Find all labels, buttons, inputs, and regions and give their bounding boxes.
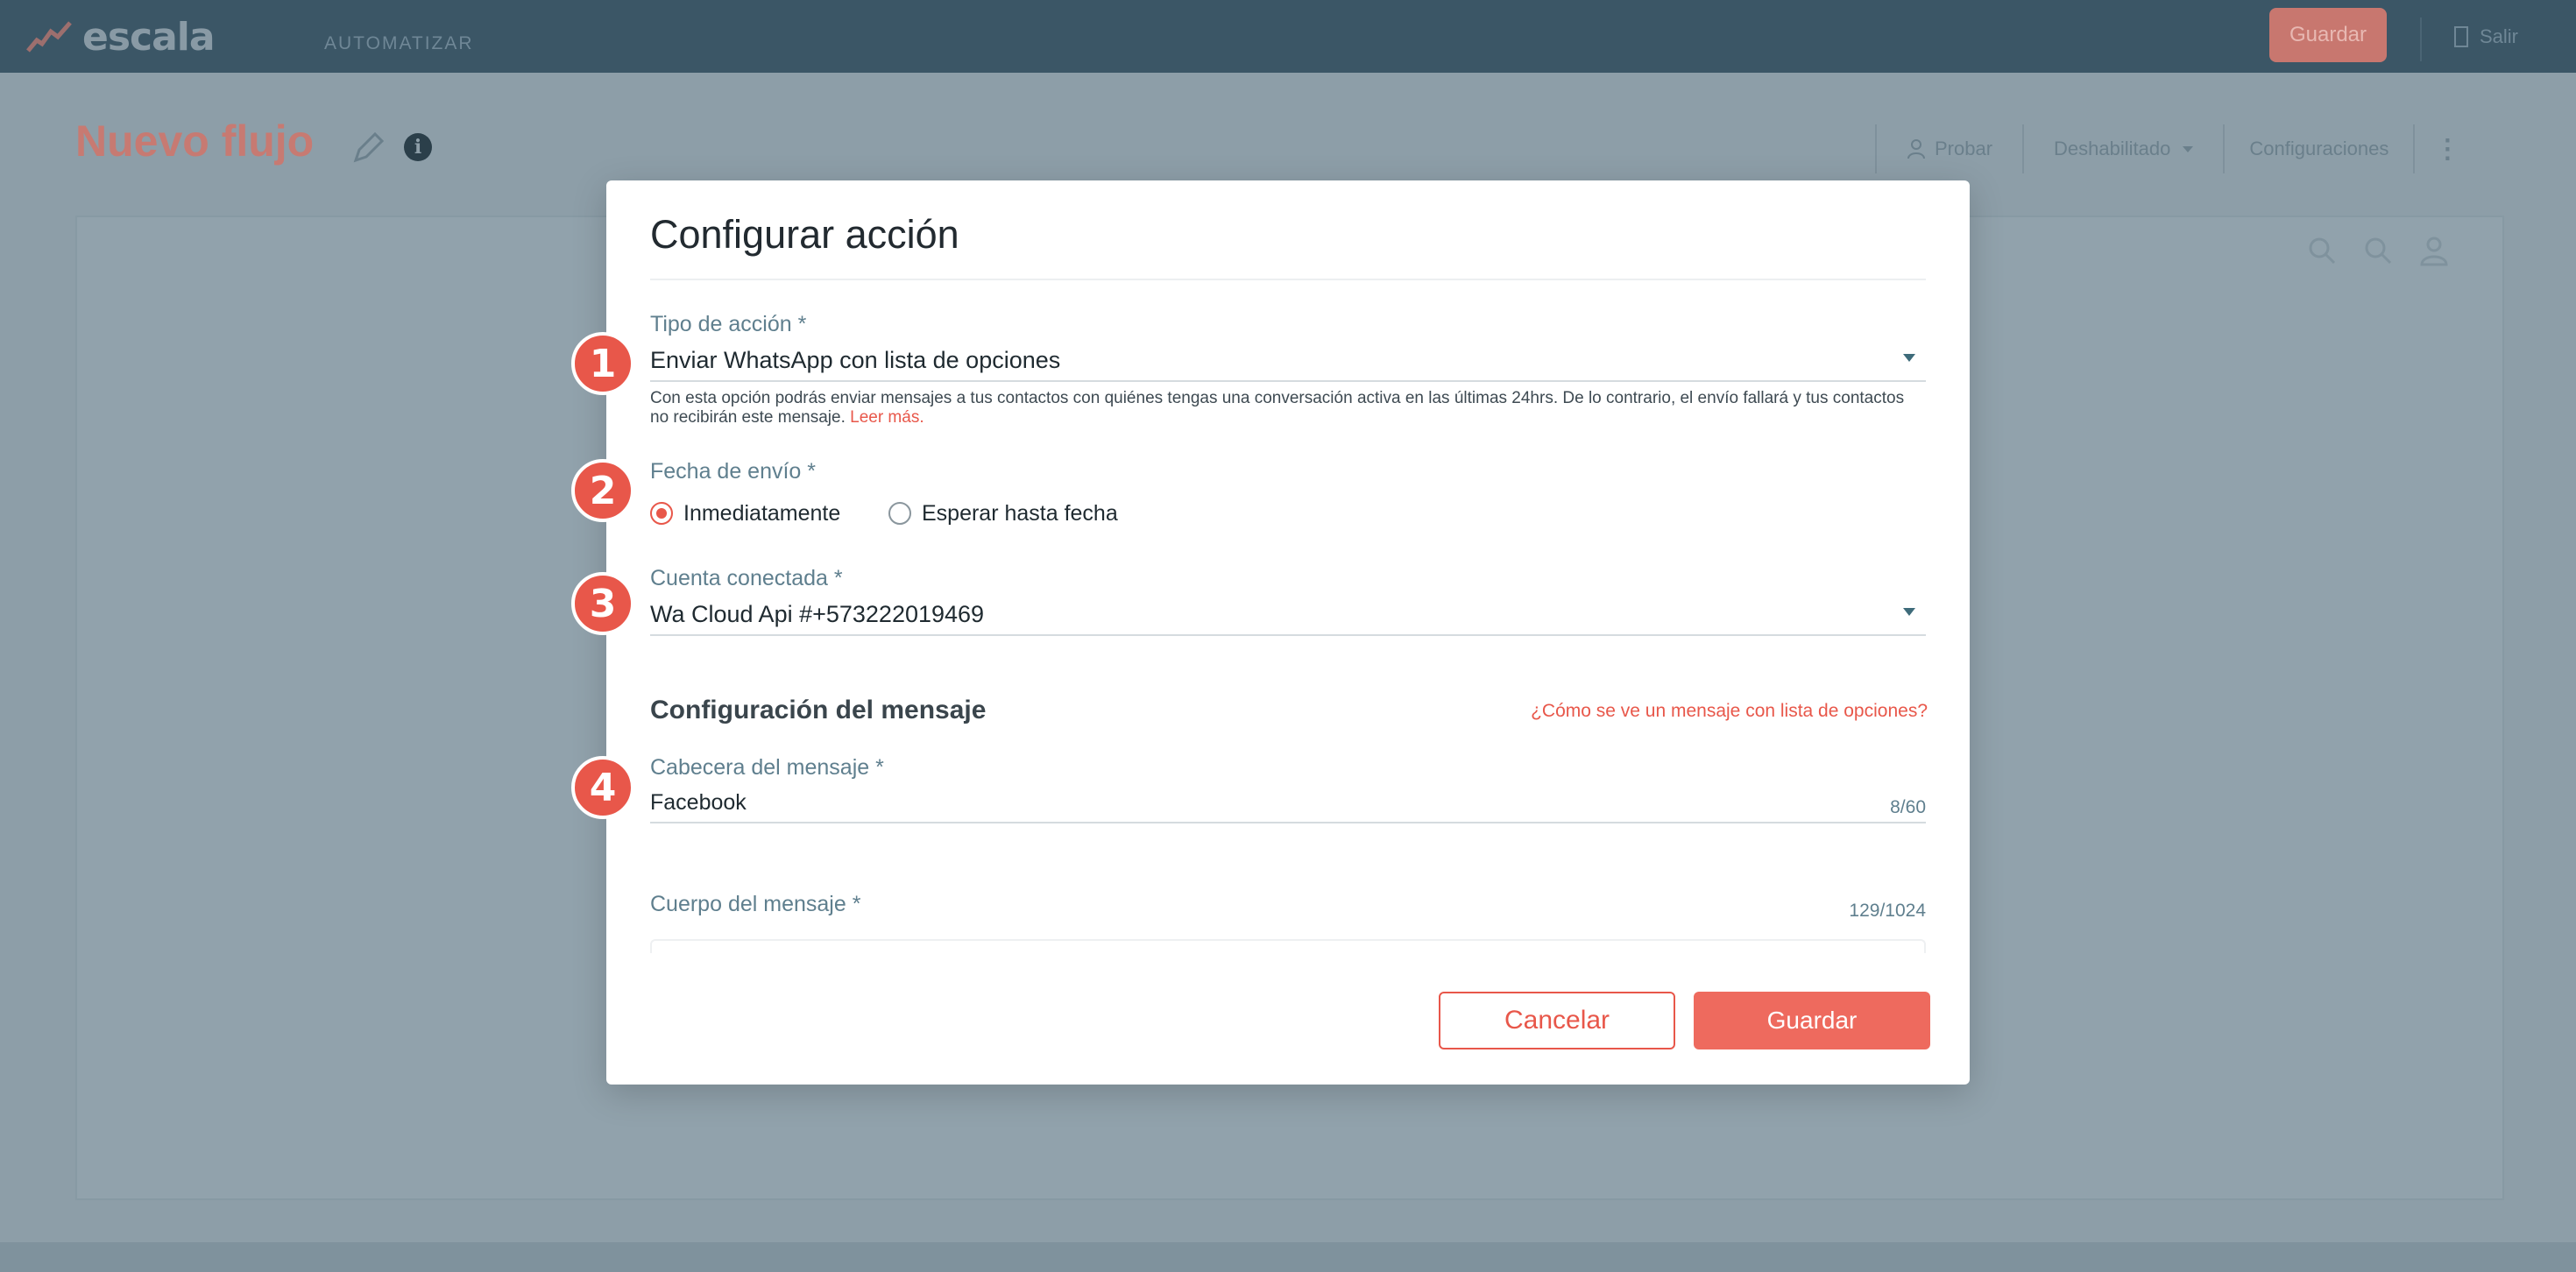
send-date-label: Fecha de envío * (650, 459, 817, 484)
body-textarea[interactable] (650, 939, 1926, 953)
bg-toolbar: Probar Deshabilitado Configuraciones ⋮ (1875, 124, 2480, 173)
action-type-help: Con esta opción podrás enviar mensajes a… (650, 389, 1912, 428)
account-select[interactable]: Wa Cloud Api #+573222019469 (650, 601, 984, 628)
radio-immediately-label: Inmediatamente (683, 500, 841, 526)
canvas-tools (2306, 235, 2450, 266)
page-title: Nuevo flujo (75, 117, 315, 166)
step-badge-3: 3 (571, 572, 634, 635)
status-label: Deshabilitado (2054, 138, 2171, 159)
dialog-title: Configurar acción (650, 212, 959, 257)
settings-button[interactable]: Configuraciones (2225, 138, 2413, 160)
status-dropdown[interactable]: Deshabilitado (2024, 138, 2223, 160)
nav-automatizar[interactable]: AUTOMATIZAR (324, 33, 474, 54)
step-badge-4: 4 (571, 756, 634, 819)
exit-label: Salir (2480, 25, 2519, 47)
logo: escala (25, 14, 216, 60)
preview-link[interactable]: ¿Cómo se ve un mensaje con lista de opci… (1531, 701, 1928, 722)
body-label: Cuerpo del mensaje * (650, 892, 861, 916)
test-label: Probar (1935, 138, 1993, 159)
top-bar: escala AUTOMATIZAR Guardar Salir (0, 0, 2576, 73)
zoom-in-icon[interactable] (2306, 235, 2338, 266)
title-divider (650, 279, 1926, 280)
radio-immediately[interactable]: Inmediatamente (650, 494, 840, 533)
header-label: Cabecera del mensaje * (650, 755, 884, 780)
body-counter: 129/1024 (1849, 901, 1926, 921)
top-save-button[interactable]: Guardar (2269, 8, 2387, 62)
configure-action-dialog: Configurar acción Tipo de acción * Envia… (606, 180, 1970, 1085)
logo-text: escala (82, 14, 216, 60)
cancel-button[interactable]: Cancelar (1439, 992, 1675, 1049)
radio-unselected-icon[interactable] (888, 502, 911, 525)
bottom-bar (0, 1242, 2576, 1272)
chevron-down-icon[interactable] (1903, 354, 1915, 362)
exit-icon (2454, 26, 2468, 47)
account-label: Cuenta conectada * (650, 566, 843, 590)
chevron-down-icon (2183, 145, 2194, 152)
action-type-underline (650, 380, 1926, 382)
radio-wait-until-date[interactable]: Esperar hasta fecha (888, 494, 1118, 533)
edit-pencil-icon[interactable] (349, 129, 387, 167)
message-config-title: Configuración del mensaje (650, 696, 987, 724)
step-badge-2: 2 (571, 459, 634, 522)
radio-wait-label: Esperar hasta fecha (922, 500, 1118, 526)
user-icon (1907, 139, 1925, 159)
fit-view-icon[interactable] (2418, 235, 2450, 266)
header-counter: 8/60 (1890, 797, 1926, 817)
radio-selected-icon[interactable] (650, 502, 673, 525)
help-text: Con esta opción podrás enviar mensajes a… (650, 389, 1905, 427)
account-underline (650, 634, 1926, 636)
zoom-out-icon[interactable] (2362, 235, 2394, 266)
action-type-select[interactable]: Enviar WhatsApp con lista de opciones (650, 347, 1060, 374)
action-type-label: Tipo de acción * (650, 312, 807, 336)
more-options-icon[interactable]: ⋮ (2415, 134, 2480, 165)
logo-bars-icon (26, 21, 72, 53)
header-input[interactable]: Facebook (650, 790, 747, 816)
test-button[interactable]: Probar (1877, 138, 2022, 160)
header-underline (650, 822, 1926, 823)
save-button[interactable]: Guardar (1694, 992, 1930, 1049)
step-badge-1: 1 (571, 332, 634, 395)
read-more-link[interactable]: Leer más. (850, 408, 924, 427)
info-icon[interactable]: i (404, 133, 432, 161)
exit-button[interactable]: Salir (2453, 19, 2518, 54)
chevron-down-icon[interactable] (1903, 608, 1915, 616)
top-divider (2420, 18, 2422, 61)
